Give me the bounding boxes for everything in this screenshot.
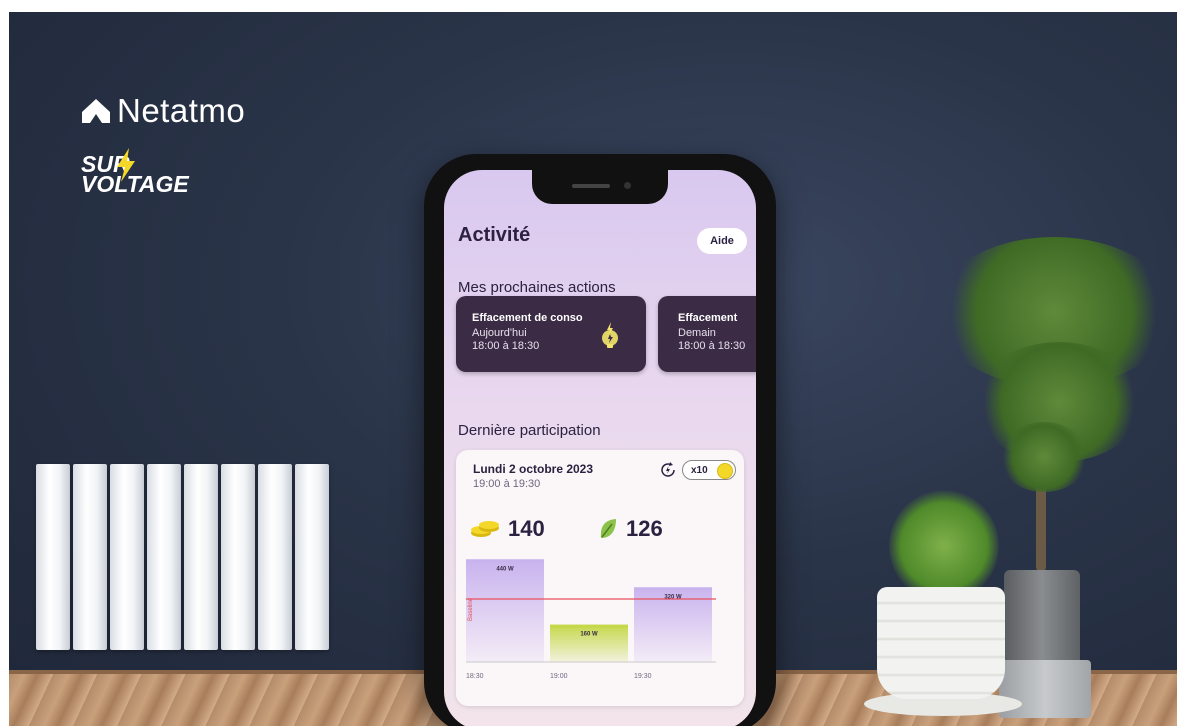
chart-bar — [466, 559, 544, 662]
netatmo-logo: Netatmo — [81, 92, 245, 130]
coins-stat: 140 — [470, 516, 545, 542]
survoltage-logo: SUR VOLTAGE — [81, 148, 189, 196]
action-card-today[interactable]: Effacement de conso Aujourd'hui 18:00 à … — [456, 296, 646, 372]
coins-value: 140 — [508, 516, 545, 541]
chart-x-tick: 19:30 — [634, 673, 652, 680]
action-hours: 18:00 à 18:30 — [678, 340, 746, 352]
succulent-plant — [889, 490, 999, 602]
help-button[interactable]: Aide — [697, 228, 747, 254]
leaf-icon — [600, 519, 616, 538]
lightbulb-bolt-icon — [602, 322, 618, 348]
chart-bar-cap — [634, 587, 712, 591]
netatmo-wordmark: Netatmo — [117, 92, 246, 129]
action-title: Effacement — [678, 312, 738, 324]
baseline-label: Baseline — [468, 597, 474, 621]
participation-card[interactable]: Lundi 2 octobre 2023 19:00 à 19:30 x10 1… — [456, 450, 744, 706]
action-card-tomorrow[interactable]: Effacement Demain 18:00 à 18:30 — [658, 296, 756, 372]
chart-value-label: 440 W — [496, 566, 514, 572]
phone-notch — [532, 170, 668, 204]
phone-screen: Activité Aide Mes prochaines actions Eff… — [444, 170, 756, 726]
page-title: Activité — [458, 224, 531, 246]
last-participation-heading: Dernière participation — [458, 422, 601, 439]
chart-value-label: 160 W — [580, 632, 598, 638]
lightning-bolt-icon — [117, 148, 135, 182]
action-title: Effacement de conso — [472, 312, 583, 324]
chart-x-tick: 18:30 — [466, 673, 484, 680]
chart-bar — [550, 624, 628, 662]
multiplier-value: x10 — [691, 464, 708, 476]
chart-bar-cap — [466, 559, 544, 563]
chart-x-tick: 19:00 — [550, 673, 568, 680]
coin-icon — [717, 463, 733, 479]
next-actions-heading: Mes prochaines actions — [458, 279, 616, 296]
action-day: Demain — [678, 327, 716, 339]
smartphone: Activité Aide Mes prochaines actions Eff… — [424, 154, 776, 726]
coins-stack-icon — [471, 521, 499, 537]
chart-bar-cap — [550, 624, 628, 628]
white-pot — [877, 587, 1005, 699]
action-day: Aujourd'hui — [472, 327, 527, 339]
netatmo-house-icon — [82, 99, 110, 123]
background-scene: Netatmo SUR VOLTAGE Activité Aide Mes pr… — [9, 12, 1177, 726]
eco-stat: 126 — [598, 516, 663, 542]
radiator — [36, 464, 329, 650]
action-hours: 18:00 à 18:30 — [472, 340, 540, 352]
eco-value: 126 — [626, 516, 663, 541]
consumption-chart: 440 W160 W320 W Baseline 18:30 19:00 19:30 — [466, 559, 716, 680]
stone-pot — [1004, 570, 1080, 666]
participation-hours: 19:00 à 19:30 — [473, 478, 541, 490]
sync-bolt-icon — [661, 462, 675, 477]
tree-foliage-bottom — [999, 422, 1089, 492]
participation-date: Lundi 2 octobre 2023 — [473, 462, 594, 476]
multiplier-badge: x10 — [682, 460, 736, 480]
